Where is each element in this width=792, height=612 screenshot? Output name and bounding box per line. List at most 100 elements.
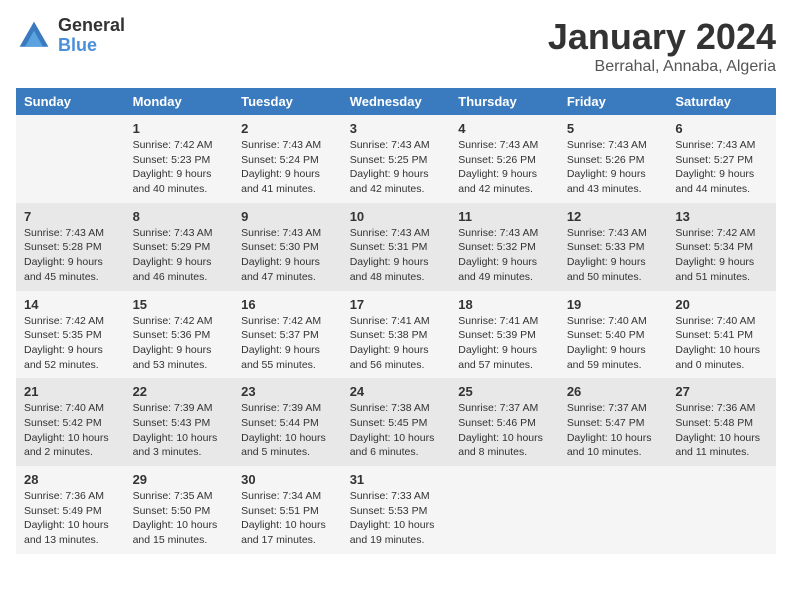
col-sunday: Sunday: [16, 88, 125, 115]
logo: General Blue: [16, 16, 125, 56]
calendar-cell: [559, 466, 668, 554]
day-number: 10: [350, 209, 443, 224]
day-number: 27: [675, 384, 768, 399]
day-info: Sunrise: 7:42 AMSunset: 5:23 PMDaylight:…: [133, 138, 226, 197]
calendar-cell: 19Sunrise: 7:40 AMSunset: 5:40 PMDayligh…: [559, 291, 668, 379]
calendar-cell: 27 Sunrise: 7:36 AMSunset: 5:48 PMDayligh…: [667, 378, 776, 466]
col-wednesday: Wednesday: [342, 88, 451, 115]
day-number: 4: [458, 121, 551, 136]
day-info: Sunrise: 7:35 AMSunset: 5:50 PMDaylight:…: [133, 489, 226, 548]
calendar-cell: 6 Sunrise: 7:43 AMSunset: 5:27 PMDaylight…: [667, 115, 776, 203]
day-number: 6: [675, 121, 768, 136]
calendar-cell: 2 Sunrise: 7:43 AMSunset: 5:24 PMDaylight…: [233, 115, 342, 203]
day-number: 13: [675, 209, 768, 224]
day-number: 29: [133, 472, 226, 487]
day-number: 1: [133, 121, 226, 136]
calendar-cell: 11 Sunrise: 7:43 AMSunset: 5:32 PMDayligh…: [450, 203, 559, 291]
page-header: General Blue January 2024 Berrahal, Anna…: [16, 16, 776, 76]
day-number: 8: [133, 209, 226, 224]
days-of-week-row: Sunday Monday Tuesday Wednesday Thursday…: [16, 88, 776, 115]
day-info: Sunrise: 7:41 AMSunset: 5:39 PMDaylight:…: [458, 314, 551, 373]
calendar-header: Sunday Monday Tuesday Wednesday Thursday…: [16, 88, 776, 115]
calendar-cell: 1 Sunrise: 7:42 AMSunset: 5:23 PMDaylight…: [125, 115, 234, 203]
calendar-cell: 30 Sunrise: 7:34 AMSunset: 5:51 PMDayligh…: [233, 466, 342, 554]
calendar-cell: 9 Sunrise: 7:43 AMSunset: 5:30 PMDaylight…: [233, 203, 342, 291]
col-thursday: Thursday: [450, 88, 559, 115]
day-number: 16: [241, 297, 334, 312]
col-friday: Friday: [559, 88, 668, 115]
day-info: Sunrise: 7:43 AMSunset: 5:26 PMDaylight:…: [567, 138, 660, 197]
day-number: 22: [133, 384, 226, 399]
day-number: 11: [458, 209, 551, 224]
calendar-cell: [16, 115, 125, 203]
day-info: Sunrise: 7:38 AMSunset: 5:45 PMDaylight:…: [350, 401, 443, 460]
day-number: 2: [241, 121, 334, 136]
calendar-cell: 20 Sunrise: 7:40 AMSunset: 5:41 PMDayligh…: [667, 291, 776, 379]
day-number: 15: [133, 297, 226, 312]
calendar-subtitle: Berrahal, Annaba, Algeria: [548, 58, 776, 76]
day-info: Sunrise: 7:43 AMSunset: 5:32 PMDaylight:…: [458, 226, 551, 285]
col-monday: Monday: [125, 88, 234, 115]
calendar-cell: 14 Sunrise: 7:42 AMSunset: 5:35 PMDayligh…: [16, 291, 125, 379]
logo-general-text: General: [58, 16, 125, 36]
day-number: 23: [241, 384, 334, 399]
day-info: Sunrise: 7:42 AMSunset: 5:37 PMDaylight:…: [241, 314, 334, 373]
day-number: 18: [458, 297, 551, 312]
calendar-cell: [450, 466, 559, 554]
calendar-cell: 26 Sunrise: 7:37 AMSunset: 5:47 PMDayligh…: [559, 378, 668, 466]
day-info: Sunrise: 7:39 AMSunset: 5:43 PMDaylight:…: [133, 401, 226, 460]
day-number: 21: [24, 384, 117, 399]
day-info: Sunrise: 7:43 AMSunset: 5:27 PMDaylight:…: [675, 138, 768, 197]
calendar-cell: 10Sunrise: 7:43 AMSunset: 5:31 PMDayligh…: [342, 203, 451, 291]
day-info: Sunrise: 7:40 AMSunset: 5:41 PMDaylight:…: [675, 314, 768, 373]
logo-blue-text: Blue: [58, 36, 125, 56]
day-number: 25: [458, 384, 551, 399]
day-info: Sunrise: 7:36 AMSunset: 5:49 PMDaylight:…: [24, 489, 117, 548]
calendar-cell: 3 Sunrise: 7:43 AMSunset: 5:25 PMDaylight…: [342, 115, 451, 203]
day-info: Sunrise: 7:37 AMSunset: 5:47 PMDaylight:…: [567, 401, 660, 460]
week-row-4: 21 Sunrise: 7:40 AMSunset: 5:42 PMDayligh…: [16, 378, 776, 466]
day-info: Sunrise: 7:43 AMSunset: 5:28 PMDaylight:…: [24, 226, 117, 285]
title-block: January 2024 Berrahal, Annaba, Algeria: [548, 16, 776, 76]
day-info: Sunrise: 7:40 AMSunset: 5:42 PMDaylight:…: [24, 401, 117, 460]
day-number: 26: [567, 384, 660, 399]
calendar-cell: 7 Sunrise: 7:43 AMSunset: 5:28 PMDaylight…: [16, 203, 125, 291]
calendar-title: January 2024: [548, 16, 776, 58]
calendar-cell: 8Sunrise: 7:43 AMSunset: 5:29 PMDaylight…: [125, 203, 234, 291]
day-info: Sunrise: 7:42 AMSunset: 5:36 PMDaylight:…: [133, 314, 226, 373]
day-number: 31: [350, 472, 443, 487]
day-number: 24: [350, 384, 443, 399]
day-info: Sunrise: 7:42 AMSunset: 5:35 PMDaylight:…: [24, 314, 117, 373]
day-number: 9: [241, 209, 334, 224]
calendar-cell: 24 Sunrise: 7:38 AMSunset: 5:45 PMDayligh…: [342, 378, 451, 466]
calendar-cell: 21 Sunrise: 7:40 AMSunset: 5:42 PMDayligh…: [16, 378, 125, 466]
day-info: Sunrise: 7:43 AMSunset: 5:33 PMDaylight:…: [567, 226, 660, 285]
week-row-1: 1 Sunrise: 7:42 AMSunset: 5:23 PMDaylight…: [16, 115, 776, 203]
day-number: 17: [350, 297, 443, 312]
calendar-cell: 4Sunrise: 7:43 AMSunset: 5:26 PMDaylight…: [450, 115, 559, 203]
day-number: 14: [24, 297, 117, 312]
day-number: 5: [567, 121, 660, 136]
calendar-cell: 29 Sunrise: 7:35 AMSunset: 5:50 PMDayligh…: [125, 466, 234, 554]
day-info: Sunrise: 7:36 AMSunset: 5:48 PMDaylight:…: [675, 401, 768, 460]
day-number: 20: [675, 297, 768, 312]
day-number: 12: [567, 209, 660, 224]
day-number: 30: [241, 472, 334, 487]
day-info: Sunrise: 7:43 AMSunset: 5:25 PMDaylight:…: [350, 138, 443, 197]
day-info: Sunrise: 7:43 AMSunset: 5:30 PMDaylight:…: [241, 226, 334, 285]
calendar-cell: 15 Sunrise: 7:42 AMSunset: 5:36 PMDayligh…: [125, 291, 234, 379]
calendar-cell: 18 Sunrise: 7:41 AMSunset: 5:39 PMDayligh…: [450, 291, 559, 379]
day-number: 3: [350, 121, 443, 136]
calendar-cell: 13Sunrise: 7:42 AMSunset: 5:34 PMDayligh…: [667, 203, 776, 291]
day-number: 28: [24, 472, 117, 487]
day-info: Sunrise: 7:43 AMSunset: 5:24 PMDaylight:…: [241, 138, 334, 197]
calendar-cell: 5 Sunrise: 7:43 AMSunset: 5:26 PMDaylight…: [559, 115, 668, 203]
calendar-cell: 31Sunrise: 7:33 AMSunset: 5:53 PMDayligh…: [342, 466, 451, 554]
calendar-cell: 16 Sunrise: 7:42 AMSunset: 5:37 PMDayligh…: [233, 291, 342, 379]
calendar-cell: 22 Sunrise: 7:39 AMSunset: 5:43 PMDayligh…: [125, 378, 234, 466]
calendar-body: 1 Sunrise: 7:42 AMSunset: 5:23 PMDaylight…: [16, 115, 776, 554]
day-info: Sunrise: 7:34 AMSunset: 5:51 PMDaylight:…: [241, 489, 334, 548]
day-number: 7: [24, 209, 117, 224]
calendar-cell: [667, 466, 776, 554]
logo-text: General Blue: [58, 16, 125, 56]
